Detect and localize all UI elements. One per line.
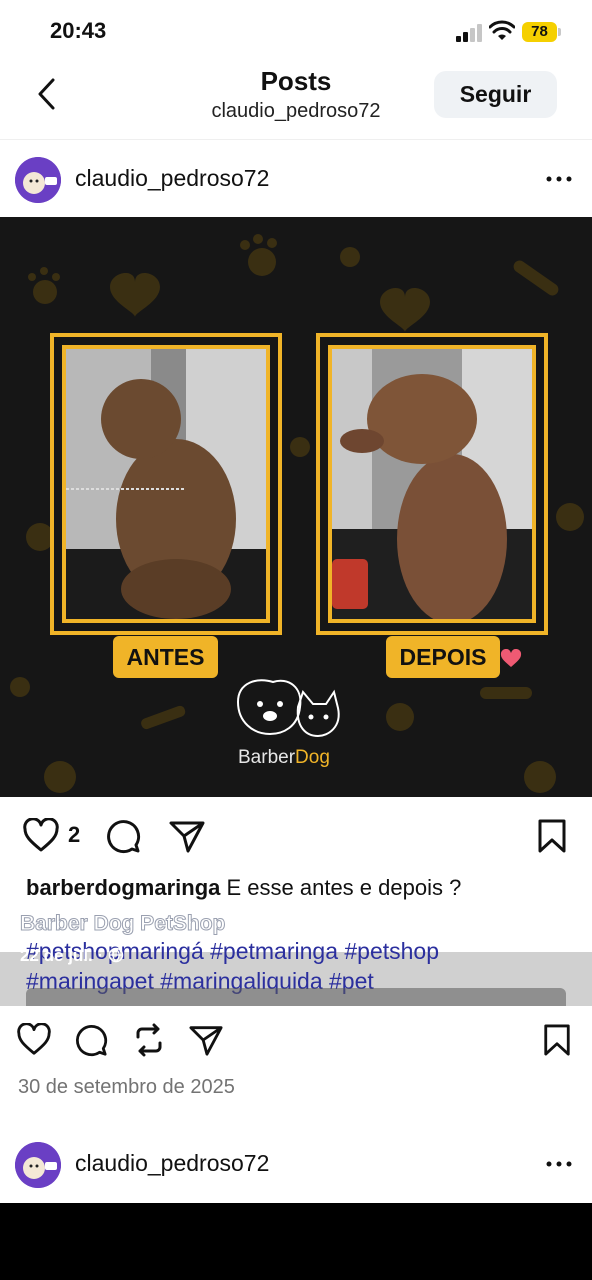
- post-header-2: claudio_pedroso72: [0, 1126, 592, 1202]
- after-photo: [328, 345, 536, 623]
- post-username[interactable]: claudio_pedroso72: [75, 165, 269, 192]
- avatar-dog-icon: [15, 157, 61, 203]
- before-photo: [62, 345, 270, 623]
- post-header: claudio_pedroso72: [0, 141, 592, 217]
- wifi-icon: [489, 20, 515, 40]
- share-icon[interactable]: [188, 1023, 224, 1057]
- after-label: DEPOIS: [386, 636, 500, 678]
- post-username[interactable]: claudio_pedroso72: [75, 1150, 269, 1177]
- heart-emoji-icon: [500, 649, 522, 667]
- battery-icon: 78: [522, 22, 562, 42]
- heart-icon[interactable]: [16, 1023, 52, 1057]
- avatar-dog-icon: [15, 1142, 61, 1188]
- bookmark-icon[interactable]: [542, 1023, 572, 1057]
- battery-level: 78: [531, 23, 548, 40]
- caption-text: E esse antes e depois ?: [220, 875, 462, 900]
- signal-icon: [456, 24, 482, 42]
- more-icon[interactable]: [544, 169, 574, 189]
- caption-hashtags[interactable]: #petshopmaringá #petmaringa #petshop #ma…: [26, 936, 586, 996]
- barberdog-logo-icon: [236, 679, 340, 738]
- status-time: 20:43: [50, 18, 107, 43]
- brand-name: BarberDog: [238, 747, 330, 768]
- repost-icon[interactable]: [132, 1023, 166, 1057]
- more-icon[interactable]: [544, 1154, 574, 1174]
- comment-icon[interactable]: [105, 818, 141, 854]
- overlay-title: Barber Dog PetShop: [19, 912, 226, 936]
- bookmark-icon[interactable]: [536, 818, 568, 854]
- post-actions-secondary: [0, 1016, 592, 1066]
- post-date: 30 de setembro de 2025: [18, 1076, 235, 1098]
- post-actions: 2: [0, 808, 592, 864]
- share-icon[interactable]: [168, 818, 206, 854]
- before-label: ANTES: [113, 636, 218, 678]
- next-post-media[interactable]: [0, 1203, 592, 1280]
- nav-header: Posts claudio_pedroso72 Seguir: [0, 62, 592, 140]
- avatar[interactable]: [15, 157, 61, 203]
- caption-username[interactable]: barberdogmaringa: [26, 875, 220, 900]
- follow-button[interactable]: Seguir: [434, 71, 557, 118]
- globe-icon: [108, 947, 124, 963]
- likes-count[interactable]: 2: [68, 822, 80, 848]
- comment-icon[interactable]: [74, 1023, 108, 1057]
- heart-icon[interactable]: [22, 818, 60, 854]
- after-frame: [316, 333, 548, 635]
- post-image[interactable]: ANTES DEPOIS BarberDog: [0, 217, 592, 797]
- status-bar: 20:43 78: [0, 0, 592, 62]
- overlay-date: 22 de jul. ·: [20, 946, 124, 966]
- avatar[interactable]: [15, 1142, 61, 1188]
- caption: barberdogmaringa E esse antes e depois ?: [26, 872, 574, 904]
- overlay-sheet-handle: [26, 988, 566, 1006]
- before-frame: [50, 333, 282, 635]
